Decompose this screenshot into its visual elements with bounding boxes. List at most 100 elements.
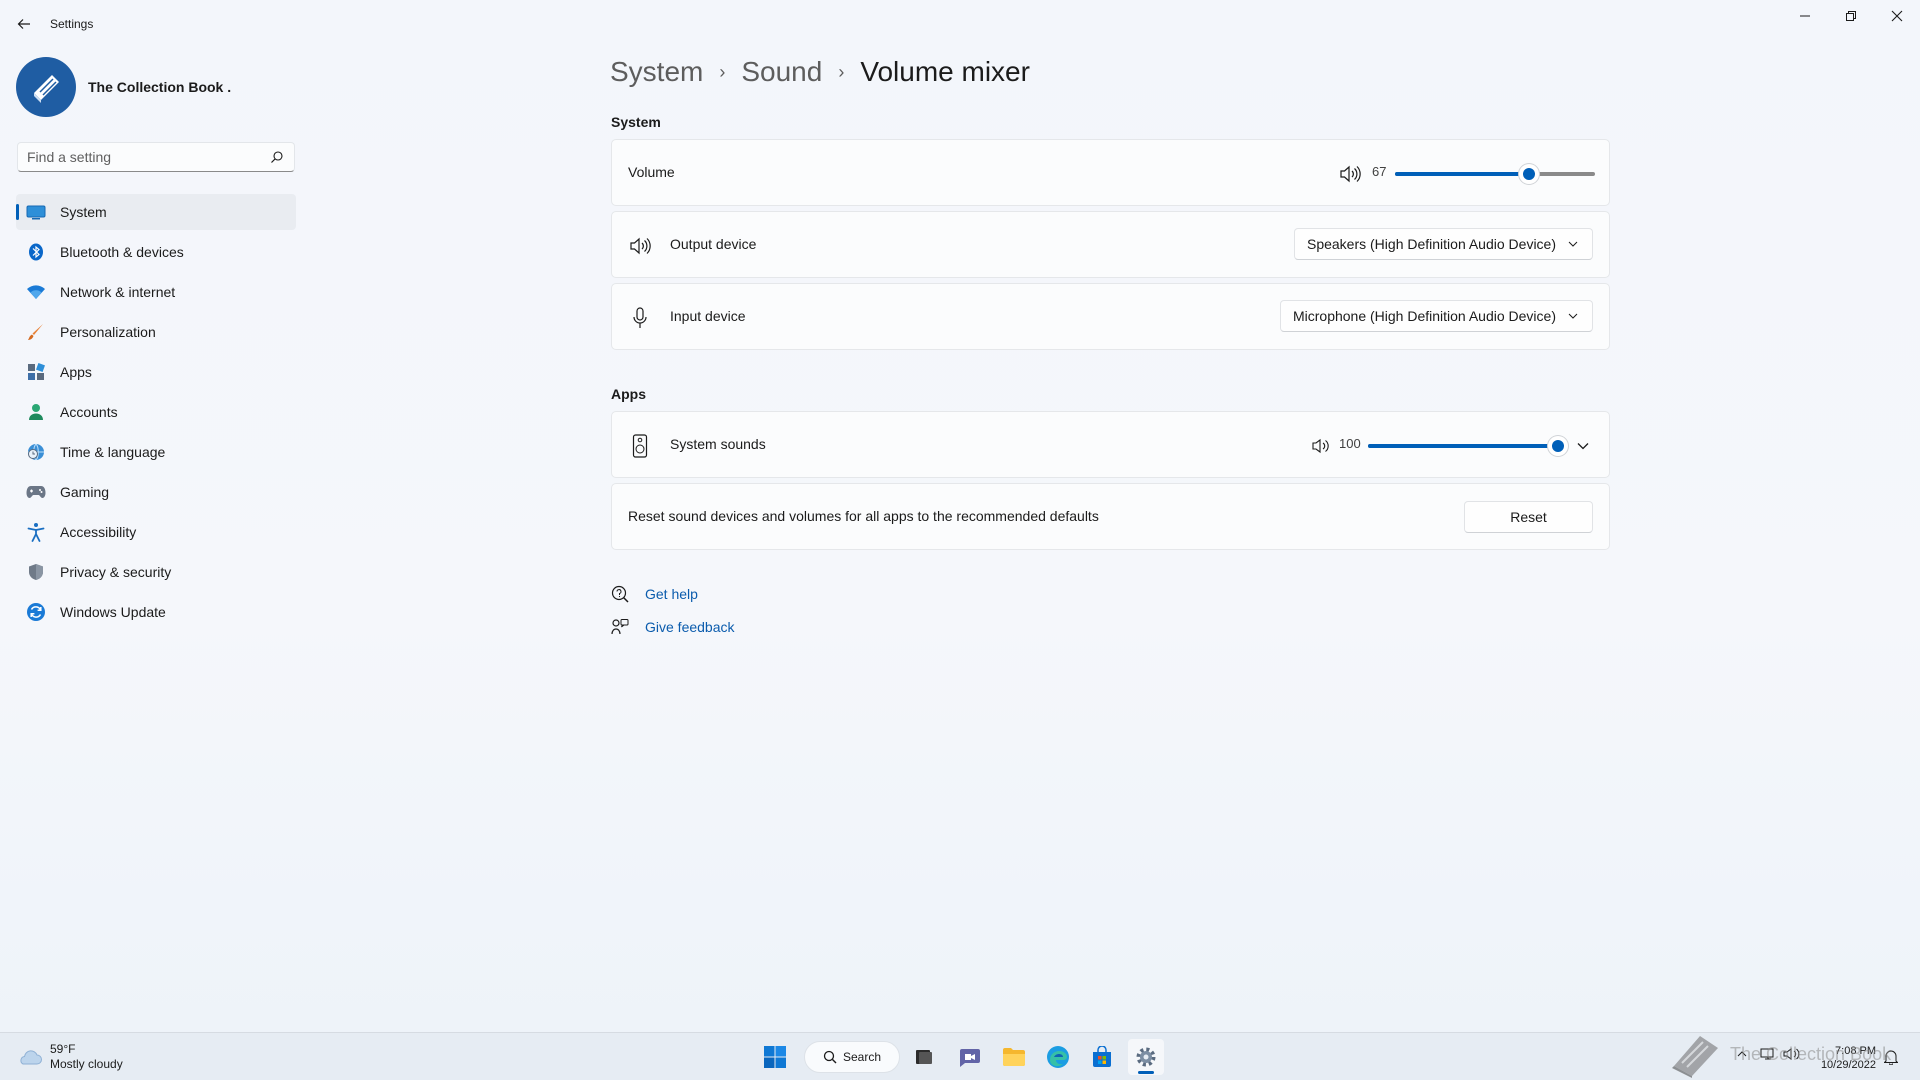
chevron-down-icon xyxy=(1568,310,1580,322)
microsoft-store-button[interactable] xyxy=(1084,1039,1120,1075)
sidebar-item-time-language[interactable]: Time & language xyxy=(16,434,296,470)
output-device-dropdown[interactable]: Speakers (High Definition Audio Device) xyxy=(1293,228,1593,260)
brush-icon xyxy=(26,322,46,342)
start-button[interactable] xyxy=(757,1039,793,1075)
sidebar-item-label: Apps xyxy=(60,364,92,380)
weather-widget[interactable]: 59°F Mostly cloudy xyxy=(16,1042,123,1072)
reset-button[interactable]: Reset xyxy=(1464,501,1593,533)
sidebar-item-label: Privacy & security xyxy=(60,564,172,580)
reset-description: Reset sound devices and volumes for all … xyxy=(628,508,1099,524)
sidebar-item-personalization[interactable]: Personalization xyxy=(16,314,296,350)
search-input[interactable] xyxy=(18,143,258,171)
bluetooth-icon xyxy=(26,242,46,262)
avatar xyxy=(16,57,76,117)
sidebar-item-label: Accounts xyxy=(60,404,118,420)
sidebar-item-label: Gaming xyxy=(60,484,110,500)
sidebar-item-label: Accessibility xyxy=(60,524,137,540)
folder-icon xyxy=(1003,1048,1025,1066)
sidebar-item-network[interactable]: Network & internet xyxy=(16,274,296,310)
sidebar-item-accounts[interactable]: Accounts xyxy=(16,394,296,430)
taskbar-search[interactable]: Search xyxy=(804,1041,900,1073)
get-help-link[interactable]: Get help xyxy=(611,585,698,603)
close-button[interactable] xyxy=(1874,0,1920,32)
system-sounds-slider-fill xyxy=(1368,444,1558,448)
restore-button[interactable] xyxy=(1828,0,1874,32)
settings-window: Settings The Collection Book . Find a se… xyxy=(0,0,1920,1032)
volume-slider-thumb[interactable] xyxy=(1519,164,1539,184)
back-button[interactable] xyxy=(12,12,36,36)
volume-label: Volume xyxy=(628,164,675,180)
book-watermark-icon xyxy=(1672,1036,1718,1078)
speaker-icon xyxy=(1312,438,1329,454)
weather-text: 59°F Mostly cloudy xyxy=(50,1042,123,1072)
search-icon xyxy=(823,1050,837,1064)
volume-value: 67 xyxy=(1372,164,1387,179)
chevron-right-icon: › xyxy=(719,61,726,82)
close-icon xyxy=(1891,10,1903,22)
settings-app-button[interactable] xyxy=(1128,1039,1164,1075)
system-sounds-slider[interactable] xyxy=(1368,436,1568,456)
file-explorer-button[interactable] xyxy=(996,1039,1032,1075)
volume-card: Volume 67 xyxy=(611,139,1610,206)
volume-slider[interactable] xyxy=(1395,164,1595,184)
minimize-button[interactable] xyxy=(1782,0,1828,32)
shield-icon xyxy=(26,562,46,582)
task-view-icon xyxy=(916,1050,932,1064)
minimize-icon xyxy=(1800,15,1810,17)
help-icon xyxy=(611,585,629,603)
system-sounds-icon xyxy=(628,434,652,458)
output-device-label: Output device xyxy=(670,236,757,252)
get-help-label: Get help xyxy=(645,586,698,602)
sidebar-item-privacy-security[interactable]: Privacy & security xyxy=(16,554,296,590)
give-feedback-link[interactable]: Give feedback xyxy=(611,618,735,636)
give-feedback-label: Give feedback xyxy=(645,619,735,635)
taskbar-search-label: Search xyxy=(843,1050,882,1064)
speaker-mute-toggle[interactable] xyxy=(1338,162,1362,186)
sidebar-item-accessibility[interactable]: Accessibility xyxy=(16,514,296,550)
section-title-apps: Apps xyxy=(611,386,646,402)
sidebar-item-label: Personalization xyxy=(60,324,156,340)
task-view-button[interactable] xyxy=(906,1039,942,1075)
sidebar-item-label: Network & internet xyxy=(60,284,176,300)
sidebar-item-label: Time & language xyxy=(60,444,166,460)
speaker-icon xyxy=(1340,165,1361,183)
weather-temp: 59°F xyxy=(50,1042,76,1056)
person-icon xyxy=(26,402,46,422)
sidebar-item-label: Bluetooth & devices xyxy=(60,244,184,260)
sidebar-item-bluetooth[interactable]: Bluetooth & devices xyxy=(16,234,296,270)
chevron-right-icon: › xyxy=(838,61,845,82)
chat-button[interactable] xyxy=(951,1039,987,1075)
breadcrumb-sound[interactable]: Sound xyxy=(741,56,822,88)
sidebar-item-apps[interactable]: Apps xyxy=(16,354,296,390)
profile-name: The Collection Book . xyxy=(88,79,232,95)
system-sounds-mute-toggle[interactable] xyxy=(1309,434,1333,458)
app-title: Settings xyxy=(50,17,94,31)
system-sounds-slider-thumb[interactable] xyxy=(1548,436,1568,456)
sidebar-nav: System Bluetooth & devices Network & int… xyxy=(16,194,296,634)
user-profile[interactable]: The Collection Book . xyxy=(16,57,231,117)
globe-clock-icon xyxy=(26,442,46,462)
volume-slider-fill xyxy=(1395,172,1529,176)
reset-card: Reset sound devices and volumes for all … xyxy=(611,483,1610,550)
sidebar-item-system[interactable]: System xyxy=(16,194,296,230)
system-sounds-expand-button[interactable] xyxy=(1571,434,1595,458)
back-arrow-icon xyxy=(17,19,30,29)
gear-icon xyxy=(1136,1047,1156,1067)
breadcrumb-system[interactable]: System xyxy=(610,56,703,88)
page-title: Volume mixer xyxy=(860,56,1030,87)
store-icon xyxy=(1093,1046,1111,1067)
chevron-down-icon xyxy=(1577,443,1589,450)
settings-search-box[interactable] xyxy=(17,142,295,172)
sidebar-item-gaming[interactable]: Gaming xyxy=(16,474,296,510)
search-icon[interactable] xyxy=(270,150,284,164)
sidebar-item-windows-update[interactable]: Windows Update xyxy=(16,594,296,630)
section-title-system: System xyxy=(611,114,661,130)
chevron-down-icon xyxy=(1568,238,1580,250)
output-device-card: Output device Speakers (High Definition … xyxy=(611,211,1610,278)
edge-browser-button[interactable] xyxy=(1040,1039,1076,1075)
gamepad-icon xyxy=(26,482,46,502)
cloud-icon xyxy=(20,1050,42,1065)
apps-icon xyxy=(26,362,46,382)
sidebar-item-label: System xyxy=(60,204,107,220)
input-device-dropdown[interactable]: Microphone (High Definition Audio Device… xyxy=(1279,300,1593,332)
